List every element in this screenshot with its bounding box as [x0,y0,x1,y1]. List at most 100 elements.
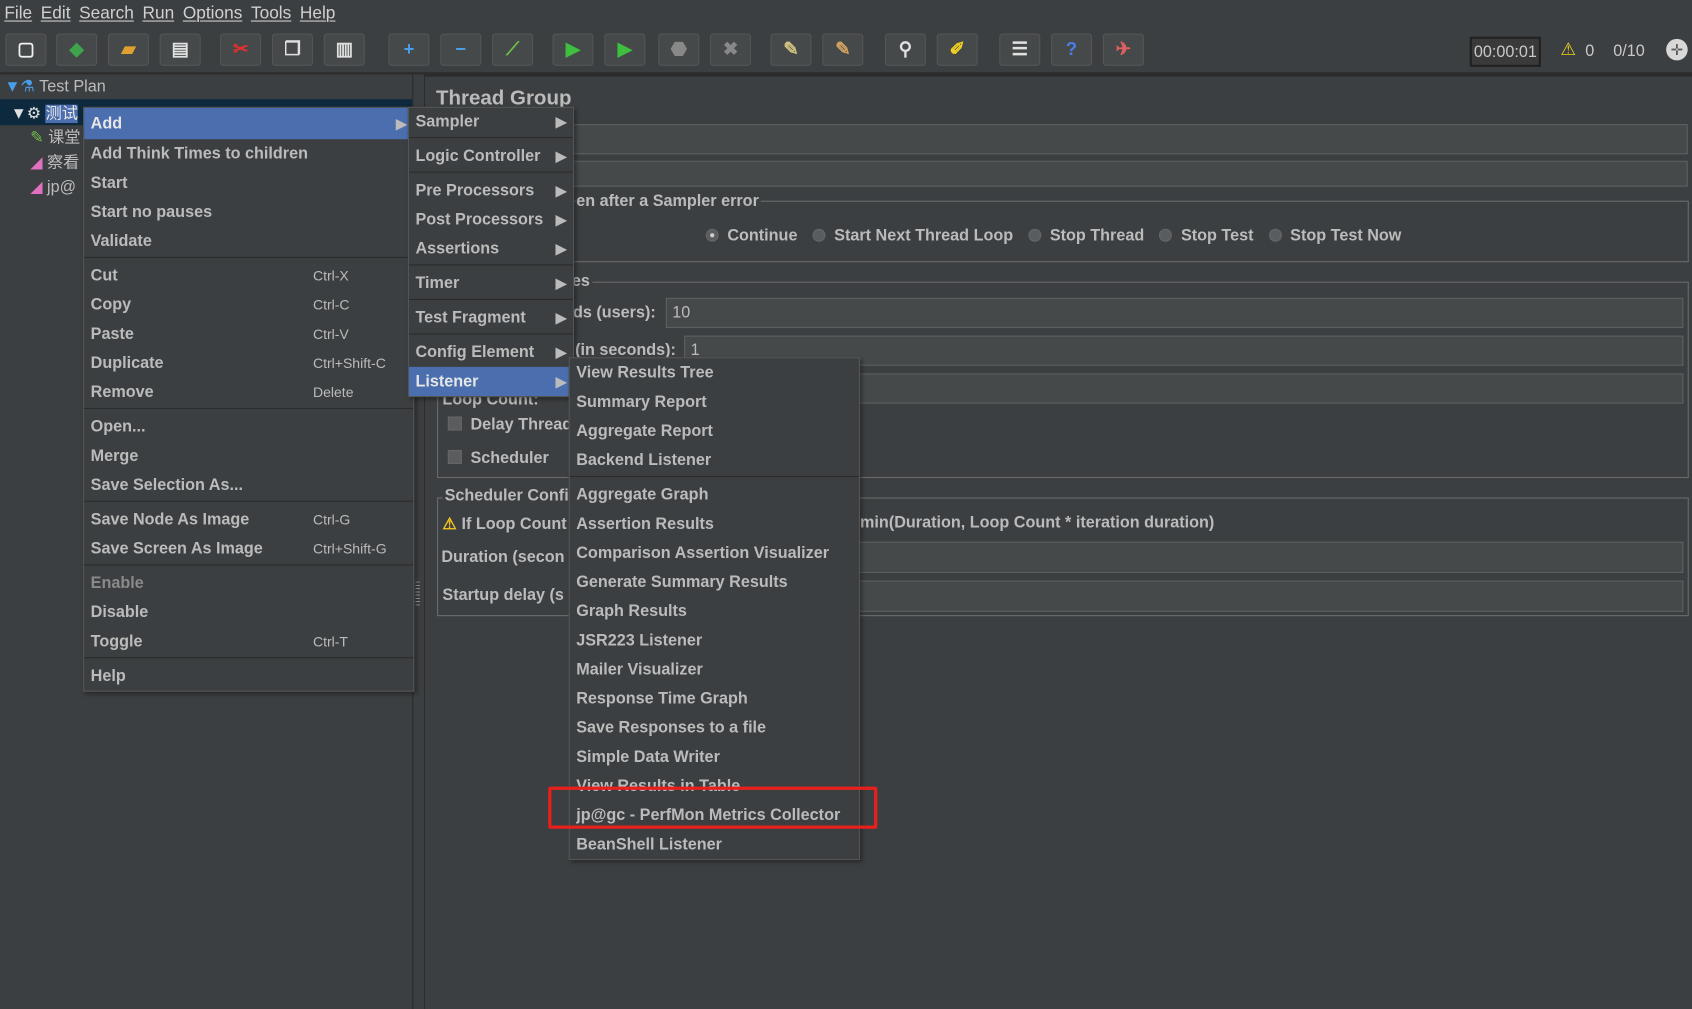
remote-status-icon[interactable]: ✛ [1666,38,1688,61]
listener-menu-item-aggregate-report[interactable]: Aggregate Report [570,417,859,446]
function-helper-icon[interactable]: ☰ [999,33,1041,66]
add-menu-item-pre-processors[interactable]: Pre Processors ▶ [409,176,573,205]
clear-icon[interactable]: ✎ [770,33,812,66]
radio-button[interactable] [1268,228,1282,242]
context-menu-item-duplicate[interactable]: Duplicate Ctrl+Shift-C [84,349,413,378]
context-menu-item-toggle[interactable]: Toggle Ctrl-T [84,627,413,656]
radio-stop-test[interactable]: Stop Test [1159,227,1253,245]
radio-button[interactable] [705,228,719,242]
menu-tools[interactable]: Tools [251,4,291,23]
clear-all-icon[interactable]: ✎ [822,33,864,66]
context-menu-item-save-selection-as[interactable]: Save Selection As... [84,470,413,499]
listener-menu-item-graph-results[interactable]: Graph Results [570,597,859,626]
save-icon[interactable]: ▤ [159,33,201,66]
radio-stop-test-now[interactable]: Stop Test Now [1268,227,1401,245]
menu-search[interactable]: Search [79,4,134,23]
context-menu-item-validate[interactable]: Validate [84,227,413,256]
paste-icon[interactable]: ▥ [323,33,365,66]
loop-count-input[interactable] [856,373,1684,404]
add-menu-item-test-fragment[interactable]: Test Fragment ▶ [409,303,573,332]
add-menu-item-timer[interactable]: Timer ▶ [409,269,573,298]
context-menu-item-open[interactable]: Open... [84,412,413,441]
listener-menu-item-backend-listener[interactable]: Backend Listener [570,446,859,475]
radio-start-next-thread-loop[interactable]: Start Next Thread Loop [812,227,1013,245]
warning-icon[interactable]: ⚠ [1560,39,1575,61]
menu-help[interactable]: Help [300,4,336,23]
context-menu-item-help[interactable]: Help [84,661,413,690]
start-icon[interactable]: ▶ [552,33,594,66]
expand-icon[interactable]: + [388,33,430,66]
radio-button[interactable] [812,228,826,242]
listener-menu-item-view-results-tree[interactable]: View Results Tree [570,358,859,387]
remote-icon[interactable]: ✈ [1102,33,1144,66]
context-menu-item-enable[interactable]: Enable [84,569,413,598]
duration-input[interactable] [856,541,1684,574]
stop-icon[interactable]: ⬣ [658,33,700,66]
copy-icon[interactable]: ❐ [271,33,313,66]
radio-stop-thread[interactable]: Stop Thread [1028,227,1144,245]
checkbox-box[interactable] [447,416,462,431]
listener-menu-item-simple-data-writer[interactable]: Simple Data Writer [570,742,859,771]
listener-menu-item-generate-summary-results[interactable]: Generate Summary Results [570,568,859,597]
context-menu-item-add-think-times-to-children[interactable]: Add Think Times to children [84,139,413,168]
context-menu-item-cut[interactable]: Cut Ctrl-X [84,261,413,290]
scheduler-checkbox[interactable]: Scheduler [447,449,549,467]
startup-delay-input[interactable] [856,580,1684,612]
reset-search-icon[interactable]: ✐ [936,33,978,66]
toggle-icon[interactable]: ⟋ [492,33,534,66]
help-icon[interactable]: ? [1051,33,1093,66]
listener-menu-item-beanshell-listener[interactable]: BeanShell Listener [570,830,859,859]
shutdown-icon[interactable]: ✖ [710,33,752,66]
listener-menu-item-jsr223-listener[interactable]: JSR223 Listener [570,626,859,655]
tree-item[interactable]: ✎ 课堂 [30,125,80,148]
tree-item[interactable]: ◢ jp@ [30,177,76,196]
start-no-pauses-icon[interactable]: ▶ [604,33,646,66]
open-icon[interactable]: ▰ [107,33,149,66]
add-menu-item-logic-controller[interactable]: Logic Controller ▶ [409,141,573,170]
menu-run[interactable]: Run [143,4,175,23]
radio-button[interactable] [1159,228,1173,242]
menu-options[interactable]: Options [183,4,243,23]
context-menu-item-save-screen-as-image[interactable]: Save Screen As Image Ctrl+Shift-G [84,534,413,563]
tree-item[interactable]: ▼⚗ Test Plan [4,77,105,96]
divider-grip[interactable] [415,581,420,606]
elapsed-timer: 00:00:01 [1469,36,1541,67]
listener-menu-item-mailer-visualizer[interactable]: Mailer Visualizer [570,655,859,684]
context-menu-item-copy[interactable]: Copy Ctrl-C [84,290,413,319]
delay-thread-checkbox[interactable]: Delay Thread [447,415,572,434]
add-menu-item-config-element[interactable]: Config Element ▶ [409,338,573,367]
context-menu-item-add[interactable]: Add ▶ [84,107,414,140]
threads-input[interactable]: 10 [665,297,1684,329]
new-icon[interactable]: ▢ [5,33,47,66]
checkbox-box[interactable] [447,449,462,465]
cut-icon[interactable]: ✂ [220,33,262,66]
radio-button[interactable] [1028,228,1042,242]
context-menu-item-save-node-as-image[interactable]: Save Node As Image Ctrl-G [84,505,413,534]
add-menu-item-listener[interactable]: Listener ▶ [408,366,574,397]
radio-continue[interactable]: Continue [705,227,797,245]
add-menu-item-sampler[interactable]: Sampler ▶ [409,108,573,136]
menu-file[interactable]: File [4,4,32,23]
listener-menu-item-summary-report[interactable]: Summary Report [570,387,859,416]
context-menu-item-remove[interactable]: Remove Delete [84,378,413,407]
tree-item[interactable]: ▼⚙ 测试 [11,101,79,124]
search-icon[interactable]: ⚲ [884,33,926,66]
context-menu-item-start[interactable]: Start [84,168,413,197]
listener-menu-item-comparison-assertion-visualizer[interactable]: Comparison Assertion Visualizer [570,538,859,567]
listener-menu-item-response-time-graph[interactable]: Response Time Graph [570,684,859,713]
listener-menu-item-aggregate-graph[interactable]: Aggregate Graph [570,480,859,509]
collapse-icon[interactable]: − [440,33,482,66]
comments-field[interactable] [565,160,1688,187]
listener-menu-item-assertion-results[interactable]: Assertion Results [570,509,859,538]
context-menu-item-start-no-pauses[interactable]: Start no pauses [84,197,413,226]
context-menu-item-paste[interactable]: Paste Ctrl-V [84,319,413,348]
listener-menu-item-save-responses-to-a-file[interactable]: Save Responses to a file [570,713,859,742]
menu-edit[interactable]: Edit [41,4,71,23]
context-menu-item-disable[interactable]: Disable [84,598,413,627]
add-menu-item-post-processors[interactable]: Post Processors ▶ [409,205,573,234]
context-menu-item-merge[interactable]: Merge [84,441,413,470]
name-field[interactable] [565,124,1688,155]
templates-icon[interactable]: ◆ [56,33,98,66]
add-menu-item-assertions[interactable]: Assertions ▶ [409,234,573,263]
tree-item[interactable]: ◢ 察看 [30,150,79,173]
